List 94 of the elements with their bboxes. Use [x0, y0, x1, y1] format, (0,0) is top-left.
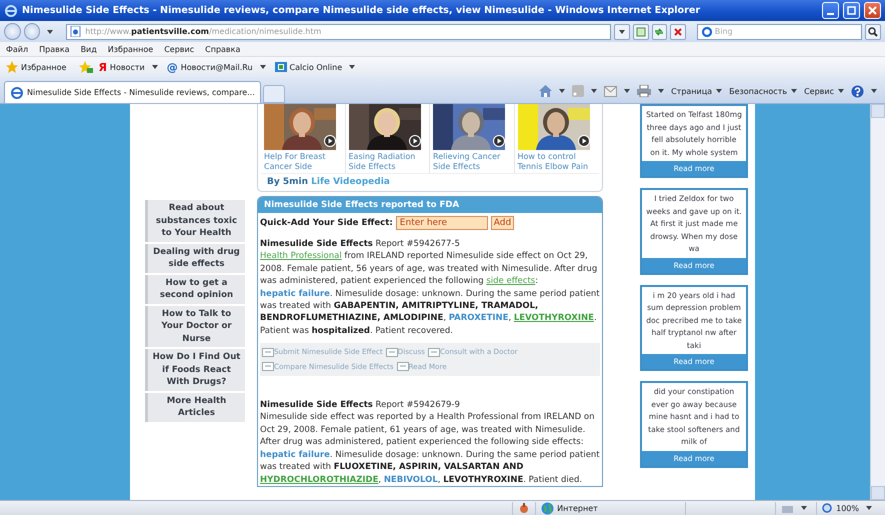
maximize-button[interactable] [843, 2, 860, 19]
caret-icon[interactable] [658, 89, 664, 93]
refresh-button[interactable] [652, 24, 668, 40]
caret-icon[interactable] [47, 30, 54, 34]
command-menu[interactable]: Страница [671, 86, 712, 96]
stop-button[interactable] [670, 24, 686, 40]
star-icon [6, 61, 18, 73]
globe-icon [541, 502, 554, 514]
video-link[interactable]: Easing Radiation Side Effects [348, 152, 426, 173]
report-text: Nimesulide side effect was reported by a Health Professional from IRELAND on Oct 29, 2008. Female patient, 61 years of age, was treated with Nimesulide. After drug was administered, patient experienced the following side effects: hepatic failure. Nimesulide dosage: unknown. During the same period patient was treated with FLUOXETINE, ASPIRIN, VALSARTAN AND HYDROCHLOROTHIAZIDE, NEBIVOLOL, LEVOTHYROXINE. Patient died. [260, 411, 600, 486]
page-icon [70, 26, 82, 37]
report-heading: Nimesulide Side Effects Report #5942677-5 [260, 238, 461, 250]
sidebar-link[interactable]: More Health Articles [145, 392, 245, 422]
minimize-button[interactable] [822, 2, 839, 19]
report-text: Health Professional from IRELAND reported Nimesulide side effect on Oct 29, 2008. Female patient, 56 years of age, was treated with Nimesulide. After drug was administered, patient experienced the following side effects: hepatic failure. Nimesulide dosage: unknown. During the same period patient was treated with GABAPENTIN, AMITRIPTYLINE, TRAMADOL, BENDROFLUMETHIAZINE, AMLODIPINE, PAROXETINE, LEVOTHYROXINE. Patient was hospitalized. Patient recovered. [260, 250, 600, 338]
menu-item[interactable]: Сервис [164, 44, 194, 54]
menu-item[interactable]: Избранное [108, 44, 154, 54]
address-field[interactable]: http://www.patientsville.com/medication/nimesulide.htm [66, 24, 612, 40]
search-engine-icon [700, 26, 712, 37]
term-link[interactable]: NEBIVOLOL [384, 474, 438, 484]
caret-icon[interactable] [260, 65, 266, 69]
comment-icon [396, 362, 409, 374]
print-icon[interactable] [637, 85, 652, 97]
caret-icon[interactable] [559, 89, 566, 93]
logo-glyph: Я [98, 60, 107, 74]
video-link[interactable]: How to control Tennis Elbow Pain [518, 152, 596, 173]
sidebar-link[interactable]: Read about substances toxic to Your Health [145, 200, 245, 242]
field-label: Quick-Add Your Side Effect: [260, 218, 393, 228]
home-icon[interactable] [539, 85, 552, 97]
sidebar-link[interactable]: Dealing with drug side effects [145, 244, 245, 272]
comment-icon [386, 348, 398, 359]
command-menu[interactable]: Сервис [804, 86, 834, 96]
zoom-level[interactable]: 100% [836, 504, 859, 512]
sidebar-link[interactable]: How to Talk to Your Doctor or Nurse [145, 306, 245, 347]
caret-icon[interactable] [591, 89, 598, 93]
credit-label: By 5min [267, 177, 308, 187]
comment-icon [428, 348, 440, 359]
favorites-button[interactable]: Избранное [21, 62, 66, 72]
caret-icon[interactable] [871, 89, 877, 93]
zoom-icon [822, 502, 834, 514]
scrollbar[interactable] [870, 104, 885, 500]
window-title: Nimesulide Side Effects - Nimesulide reviews, compare Nimesulide side effects, view Nimesulide - Windows Internet Explorer [22, 5, 702, 16]
search-icon [868, 26, 878, 36]
logo-glyph: @ [166, 60, 178, 74]
favorites-link[interactable]: Calcio Online [290, 62, 342, 72]
panel-title: Nimesulide Side Effects reported to FDA [258, 197, 602, 213]
caret-icon[interactable] [791, 89, 798, 93]
menu-item[interactable]: Файл [6, 44, 28, 54]
add-button[interactable]: Add [490, 216, 514, 230]
drug-link[interactable]: LEVOTHYROXINE [514, 313, 594, 324]
sidebar-link[interactable]: How to get a second opinion [145, 274, 245, 304]
term-link[interactable]: hepatic failure [260, 288, 330, 299]
favorites-link[interactable]: Новости [110, 62, 145, 72]
video-link[interactable]: Help For Breast Cancer Side [264, 152, 342, 173]
close-button[interactable] [864, 2, 881, 19]
term-link[interactable]: hepatic failure [260, 450, 330, 460]
stop-icon [672, 26, 683, 36]
caret-icon[interactable] [624, 89, 630, 93]
zone-label: Интернет [557, 504, 598, 512]
caret-icon[interactable] [866, 506, 872, 510]
favorites-link[interactable]: Новости@Mail.Ru [180, 62, 253, 72]
menu-item[interactable]: Вид [80, 44, 97, 54]
close-icon [868, 6, 877, 15]
browser-icon [10, 86, 24, 100]
menu-item[interactable]: Справка [205, 44, 240, 54]
sidebar-link[interactable]: How Do I Find Out if Foods React With Drugs? [145, 349, 245, 390]
text-link[interactable]: side effects [486, 276, 536, 286]
search-button[interactable] [865, 24, 882, 40]
minimize-icon [827, 12, 834, 14]
credit-link[interactable]: Life Videopedia [311, 177, 390, 187]
caret-icon[interactable] [801, 506, 808, 510]
refresh-icon [654, 26, 664, 36]
comment-icon [262, 362, 274, 374]
drug-link[interactable]: HYDROCHLOROTHIAZIDE [260, 474, 378, 484]
video-link[interactable]: Relieving Cancer Side Effects [433, 152, 510, 173]
browser-tab[interactable]: Nimesulide Side Effects - Nimesulide reviews, compare... [4, 81, 261, 103]
comment-icon [262, 348, 274, 359]
dropdown-button[interactable] [614, 24, 630, 40]
side-effect-field[interactable]: Enter here [396, 216, 488, 230]
term-link[interactable]: PAROXETINE [448, 313, 508, 324]
command-menu[interactable]: Безопасность [729, 86, 788, 96]
web-slice-icon [274, 61, 287, 73]
add-favorite-icon[interactable] [79, 61, 94, 73]
help-icon[interactable] [851, 84, 864, 98]
caret-icon[interactable] [349, 65, 356, 69]
caret-icon[interactable] [838, 89, 844, 93]
report-heading: Nimesulide Side Effects Report #5942679-9 [260, 399, 461, 412]
text-link[interactable]: Health Professional [260, 251, 342, 262]
browser-icon [4, 4, 18, 18]
menu-item[interactable]: Правка [39, 44, 70, 54]
search-field[interactable]: Bing [696, 24, 862, 40]
caret-icon[interactable] [152, 65, 158, 69]
caret-icon[interactable] [716, 89, 722, 93]
maximize-icon [847, 6, 856, 15]
